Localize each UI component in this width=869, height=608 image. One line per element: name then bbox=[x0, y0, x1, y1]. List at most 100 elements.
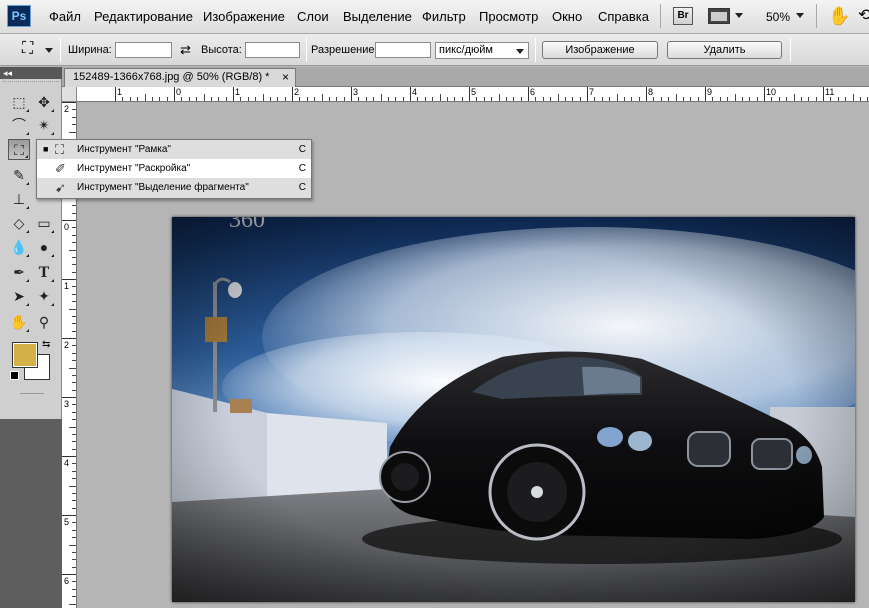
ruler-minor-tick bbox=[786, 97, 788, 101]
ruler-minor-tick bbox=[72, 389, 76, 391]
lasso-icon: ⌒ bbox=[12, 117, 26, 133]
ruler-minor-tick bbox=[564, 97, 566, 101]
resolution-field[interactable] bbox=[375, 42, 431, 58]
ruler-minor-tick bbox=[72, 433, 76, 435]
ruler-minor-tick bbox=[72, 271, 76, 273]
chevron-down-icon[interactable] bbox=[796, 13, 804, 18]
move-tool[interactable]: ✥ bbox=[33, 92, 55, 113]
ruler-label: 5 bbox=[64, 517, 70, 527]
ruler-minor-tick bbox=[72, 212, 76, 214]
zoom-tool[interactable]: ⚲ bbox=[33, 312, 55, 333]
ruler-minor-tick bbox=[373, 97, 375, 101]
stamp-icon: ⊥ bbox=[12, 191, 26, 207]
ruler-minor-tick bbox=[808, 97, 810, 101]
custom-shape-icon: ✦ bbox=[38, 288, 50, 304]
ruler-minor-tick bbox=[72, 234, 76, 236]
chevron-down-icon[interactable] bbox=[45, 48, 53, 53]
ruler-minor-tick bbox=[72, 360, 76, 362]
ruler-minor-tick bbox=[299, 97, 301, 101]
ruler-minor-tick bbox=[417, 97, 419, 101]
ruler-minor-tick bbox=[653, 97, 655, 101]
healing-brush-tool[interactable]: ✎ bbox=[8, 165, 30, 186]
menu-image[interactable]: Изображение bbox=[203, 9, 285, 24]
swap-colors-icon[interactable]: ⇆ bbox=[42, 339, 50, 350]
document-tab[interactable]: 152489-1366x768.jpg @ 50% (RGB/8) * × bbox=[64, 68, 296, 87]
menu-select[interactable]: Выделение bbox=[343, 9, 412, 24]
ruler-minor-tick bbox=[181, 97, 183, 101]
ruler-tick bbox=[469, 87, 470, 101]
magic-wand-icon: ✴ bbox=[38, 117, 50, 133]
gradient-tool[interactable]: ▭ bbox=[33, 213, 55, 234]
ruler-tick bbox=[351, 87, 352, 101]
type-tool[interactable]: T bbox=[33, 262, 55, 283]
ruler-minor-tick bbox=[800, 97, 802, 101]
crop-tool[interactable]: ⛶ bbox=[8, 139, 30, 160]
ruler-minor-tick bbox=[277, 97, 279, 101]
menu-file[interactable]: Файл bbox=[49, 9, 81, 24]
swap-dimensions-icon[interactable]: ⇄ bbox=[180, 42, 191, 58]
horizontal-ruler[interactable]: 1 0 1 2 3 4 5 6 7 8 9 10 11 bbox=[77, 87, 869, 102]
menu-window[interactable]: Окно bbox=[552, 9, 582, 24]
lasso-tool[interactable]: ⌒ bbox=[8, 115, 30, 136]
shape-tool[interactable]: ✦ bbox=[33, 286, 55, 307]
ruler-origin[interactable] bbox=[62, 87, 77, 102]
ruler-minor-tick bbox=[72, 124, 76, 126]
bandage-icon: ✎ bbox=[13, 167, 25, 183]
menu-filter[interactable]: Фильтр bbox=[422, 9, 466, 24]
ruler-minor-tick bbox=[601, 97, 603, 101]
ruler-minor-tick bbox=[616, 94, 618, 101]
close-icon[interactable]: × bbox=[282, 69, 289, 86]
ruler-label: 0 bbox=[176, 87, 182, 97]
ruler-minor-tick bbox=[72, 588, 76, 590]
ruler-minor-tick bbox=[69, 485, 76, 487]
slice-icon: ✐ bbox=[55, 161, 66, 176]
ruler-minor-tick bbox=[240, 97, 242, 101]
menu-view[interactable]: Просмотр bbox=[479, 9, 538, 24]
flyout-item-slice-select[interactable]: ➹ Инструмент "Выделение фрагмента" C bbox=[37, 178, 311, 197]
menu-help[interactable]: Справка bbox=[598, 9, 649, 24]
clone-stamp-tool[interactable]: ⊥ bbox=[8, 189, 30, 210]
hand-tool[interactable]: ✋ bbox=[8, 312, 30, 333]
menu-edit[interactable]: Редактирование bbox=[94, 9, 193, 24]
toolbox-collapse[interactable]: ◂◂ bbox=[0, 67, 62, 79]
ruler-minor-tick bbox=[513, 97, 515, 101]
document-tab-title: 152489-1366x768.jpg @ 50% (RGB/8) * bbox=[73, 71, 270, 83]
resolution-units-select[interactable]: пикс/дюйм bbox=[435, 42, 529, 59]
dodge-tool[interactable]: ● bbox=[33, 237, 55, 258]
toolbox-grip[interactable] bbox=[3, 81, 59, 84]
pen-tool[interactable]: ✒ bbox=[8, 262, 30, 283]
height-field[interactable] bbox=[245, 42, 300, 58]
ruler-minor-tick bbox=[336, 97, 338, 101]
flyout-item-shortcut: C bbox=[298, 144, 306, 155]
dodge-icon: ● bbox=[39, 239, 49, 255]
marquee-tool[interactable]: ⬚ bbox=[8, 92, 30, 113]
magic-wand-tool[interactable]: ✴ bbox=[33, 115, 55, 136]
crop-icon[interactable]: ⛶ bbox=[22, 40, 33, 58]
document-image[interactable]: 360 bbox=[172, 217, 855, 602]
chevron-down-icon[interactable] bbox=[735, 13, 743, 18]
ruler-minor-tick bbox=[793, 94, 795, 101]
ruler-minor-tick bbox=[137, 97, 139, 101]
arrow-cursor-icon: ➤ bbox=[13, 288, 25, 304]
bridge-icon[interactable]: Br bbox=[673, 7, 693, 25]
blur-tool[interactable]: 💧 bbox=[8, 237, 30, 258]
foreground-color-swatch[interactable] bbox=[12, 342, 38, 368]
rotate-view-icon[interactable]: ⟲ bbox=[858, 6, 869, 26]
flyout-item-slice[interactable]: ✐ Инструмент "Раскройка" C bbox=[37, 159, 311, 178]
ruler-tick bbox=[62, 574, 76, 575]
width-field[interactable] bbox=[115, 42, 172, 58]
flyout-item-crop[interactable]: ■ ⛶ Инструмент "Рамка" C bbox=[37, 140, 311, 159]
options-bar: ⛶ Ширина: ⇄ Высота: Разрешение: пикс/дюй… bbox=[0, 34, 869, 66]
front-image-button[interactable]: Изображение bbox=[542, 41, 658, 59]
screen-mode-icon[interactable] bbox=[708, 8, 730, 24]
clear-button[interactable]: Удалить bbox=[667, 41, 782, 59]
toolbox-empty-area bbox=[0, 419, 62, 608]
height-label: Высота: bbox=[201, 44, 242, 56]
ruler-label: 7 bbox=[589, 87, 595, 97]
zoom-level[interactable]: 50% bbox=[766, 10, 790, 24]
path-selection-tool[interactable]: ➤ bbox=[8, 286, 30, 307]
hand-icon[interactable]: ✋ bbox=[828, 6, 850, 26]
default-colors-icon[interactable] bbox=[10, 371, 19, 380]
eraser-tool[interactable]: ◇ bbox=[8, 213, 30, 234]
menu-layers[interactable]: Слои bbox=[297, 9, 329, 24]
